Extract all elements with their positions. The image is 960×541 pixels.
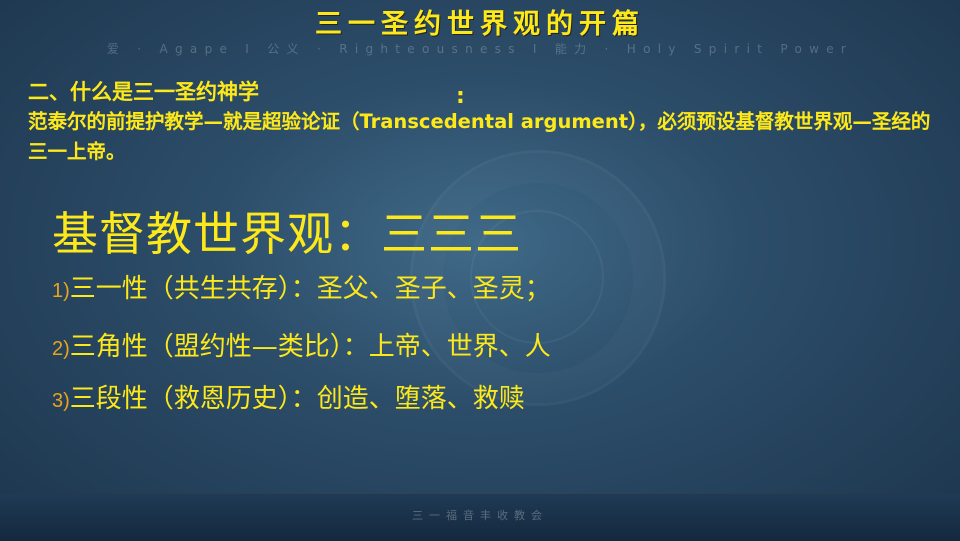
worldview-headline: 基督教世界观：三三三 — [52, 207, 522, 261]
heading-colon: : — [456, 84, 465, 109]
list-item: 3)三段性（救恩历史）：创造、堕落、救赎 — [52, 378, 525, 415]
section-heading: 二、什么是三一圣约神学 — [28, 80, 259, 104]
footer-bar: 三一福音丰收教会 — [0, 494, 960, 541]
intro-paragraph: 范泰尔的前提护教学—就是超验论证（Transcedental argument）… — [28, 110, 931, 163]
header-tagline: 爱 · Agape I 公义 · Righteousness I 能力 · Ho… — [106, 42, 854, 56]
slide-title: 三一圣约世界观的开篇 — [315, 9, 645, 40]
list-number: 2) — [52, 338, 70, 360]
list-item: 1)三一性（共生共存）：圣父、圣子、圣灵； — [52, 268, 551, 305]
slide: 三一圣约世界观的开篇 爱 · Agape I 公义 · Righteousnes… — [0, 0, 960, 541]
footer-church-name: 三一福音丰收教会 — [412, 509, 548, 522]
list-number: 3) — [52, 390, 70, 412]
list-item: 2)三角性（盟约性—类比）：上帝、世界、人 — [52, 326, 551, 363]
list-text: 三一性（共生共存）：圣父、圣子、圣灵； — [69, 274, 551, 304]
list-text: 三角性（盟约性—类比）：上帝、世界、人 — [69, 332, 551, 362]
list-text: 三段性（救恩历史）：创造、堕落、救赎 — [69, 384, 525, 414]
list-number: 1) — [52, 280, 70, 302]
